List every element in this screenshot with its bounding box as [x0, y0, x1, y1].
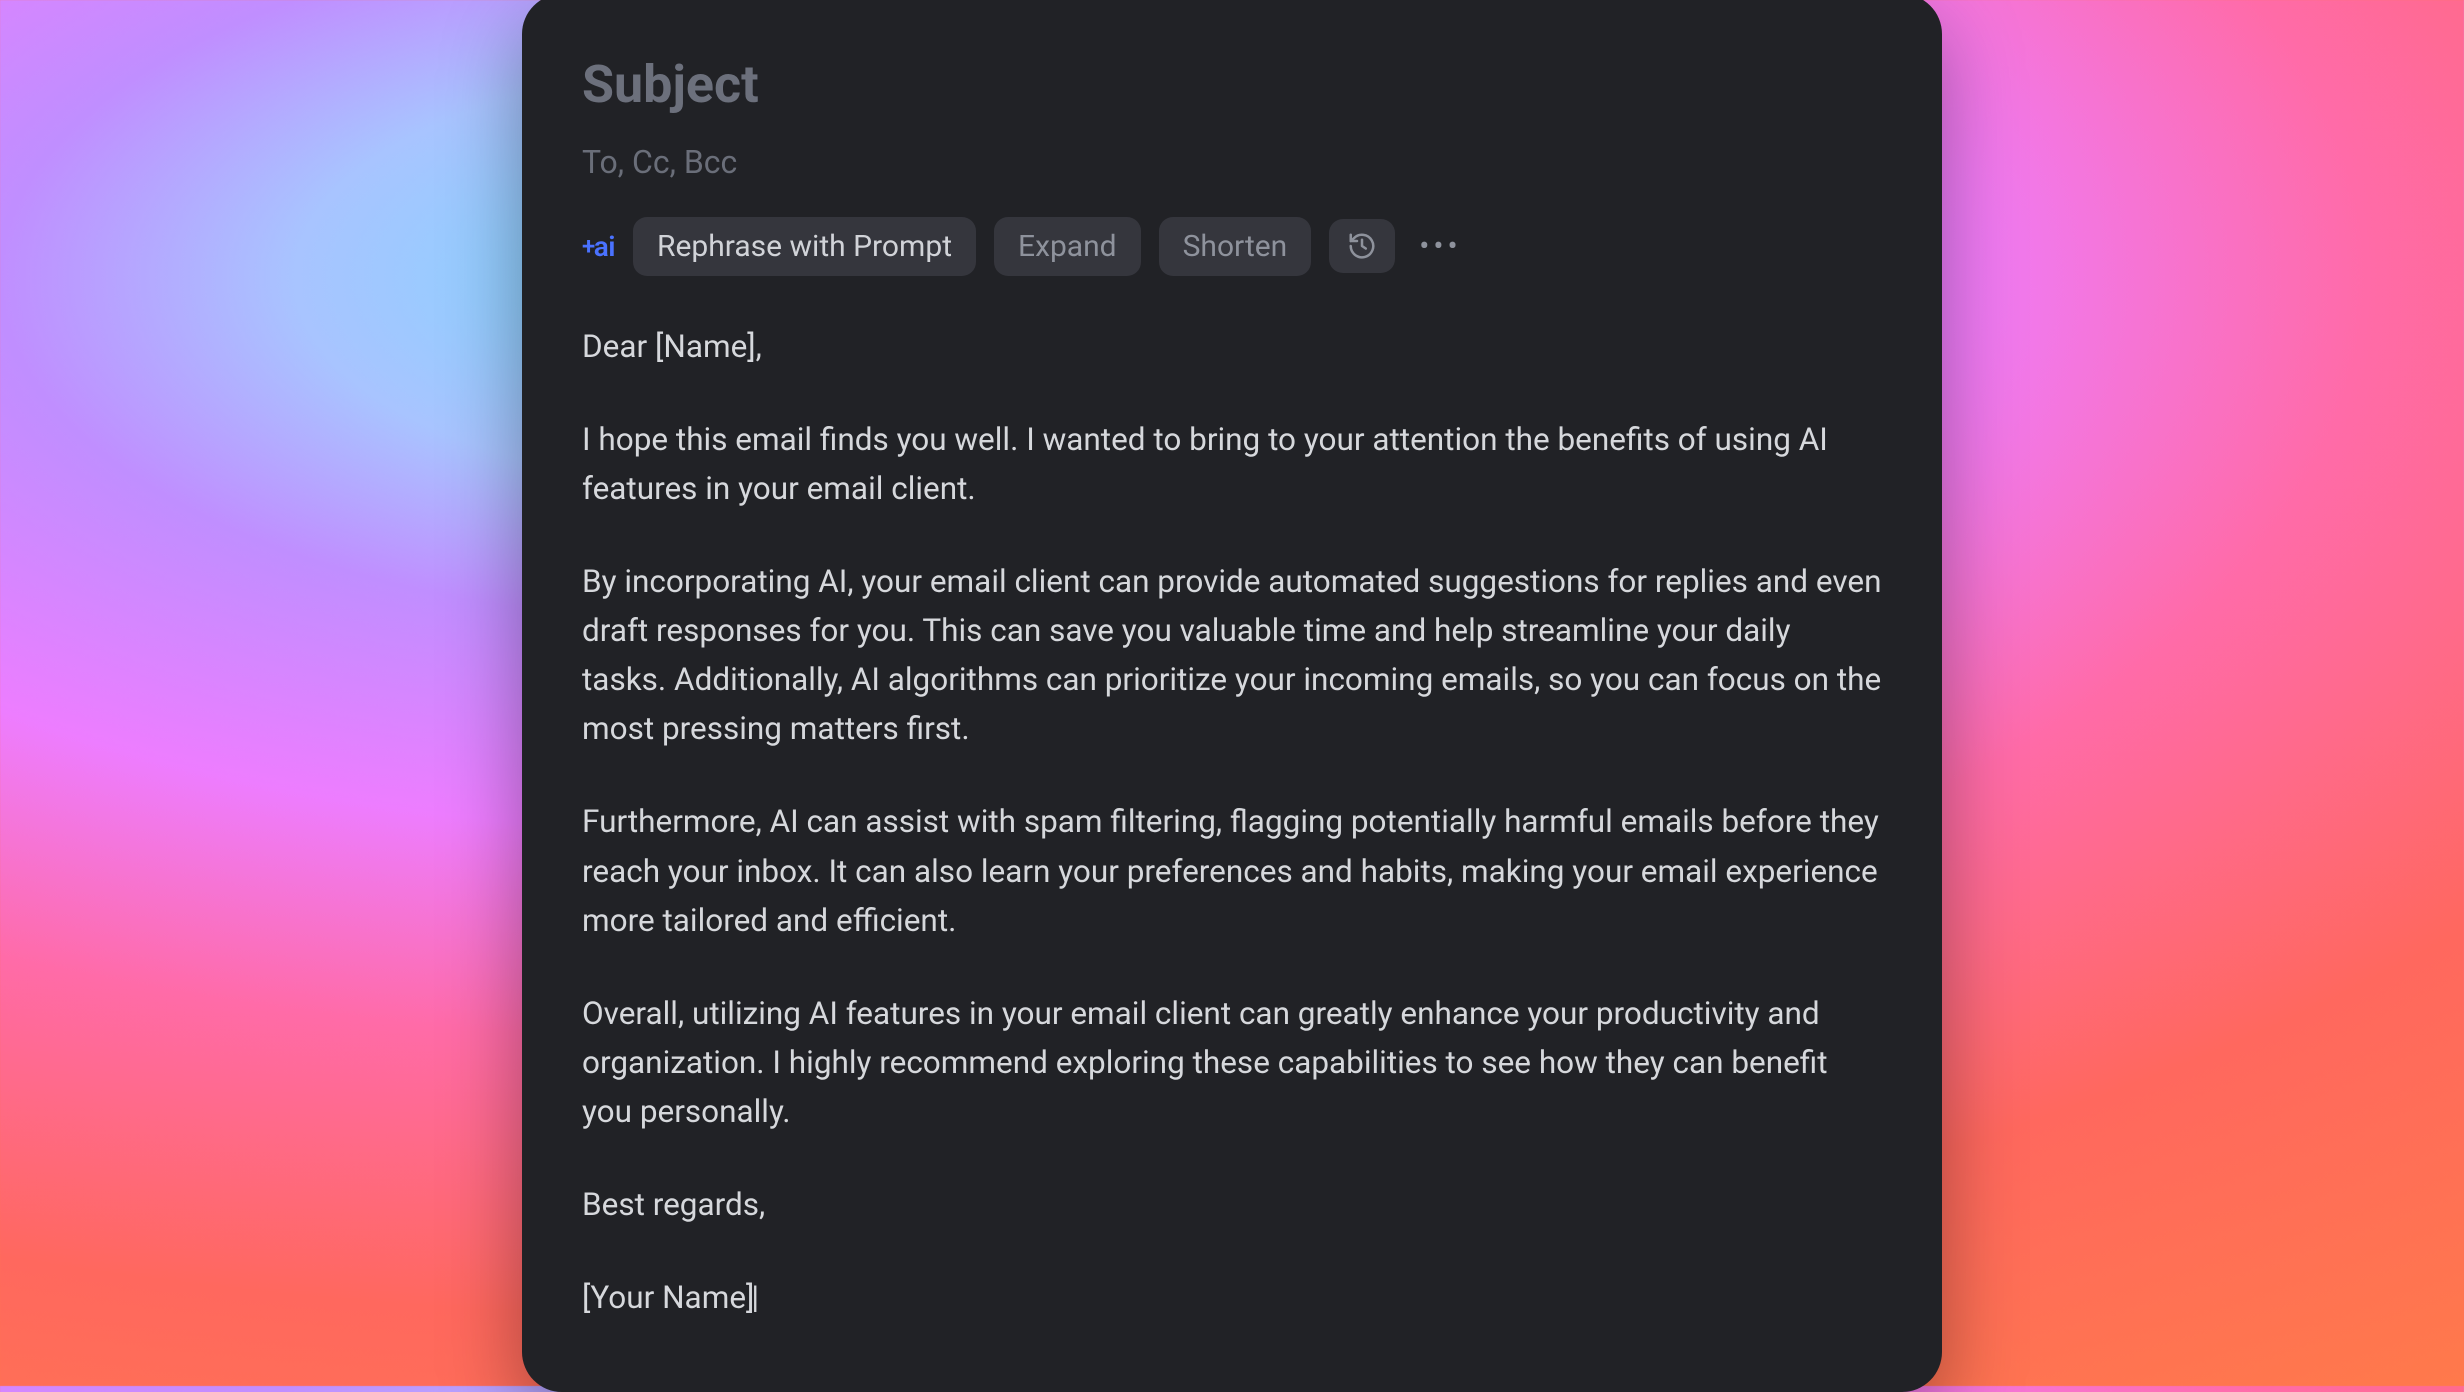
recipients-input[interactable]: To, Cc, Bcc: [582, 143, 1882, 181]
email-signoff: Best regards,: [582, 1180, 1882, 1229]
expand-button[interactable]: Expand: [994, 217, 1141, 276]
email-greeting: Dear [Name],: [582, 322, 1882, 371]
email-paragraph: Furthermore, AI can assist with spam fil…: [582, 797, 1882, 944]
shorten-button[interactable]: Shorten: [1159, 217, 1312, 276]
more-options-button[interactable]: •••: [1413, 229, 1467, 264]
email-paragraph: By incorporating AI, your email client c…: [582, 557, 1882, 754]
ai-toolbar: +ai Rephrase with Prompt Expand Shorten …: [582, 217, 1882, 276]
subject-input[interactable]: Subject: [582, 54, 1882, 115]
history-button[interactable]: [1329, 219, 1395, 273]
ai-badge-icon: +ai: [582, 230, 615, 263]
compose-email-window: Subject To, Cc, Bcc +ai Rephrase with Pr…: [522, 0, 1942, 1392]
history-icon: [1347, 231, 1377, 261]
email-paragraph: I hope this email finds you well. I want…: [582, 415, 1882, 513]
email-body-editor[interactable]: Dear [Name], I hope this email finds you…: [582, 322, 1882, 1323]
rephrase-with-prompt-button[interactable]: Rephrase with Prompt: [633, 217, 976, 276]
email-signature: [Your Name]: [582, 1273, 1882, 1322]
email-paragraph: Overall, utilizing AI features in your e…: [582, 989, 1882, 1136]
